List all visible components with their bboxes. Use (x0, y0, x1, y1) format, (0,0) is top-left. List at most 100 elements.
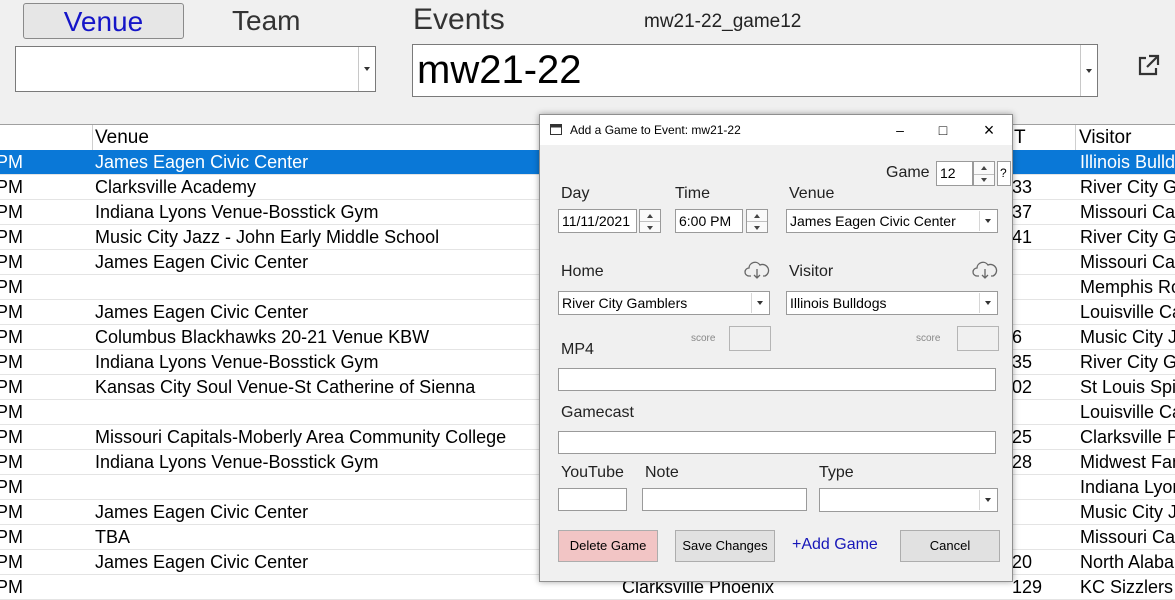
home-score-input[interactable] (729, 326, 771, 351)
gamecast-input[interactable] (558, 431, 996, 454)
cell-visitor: Music City Jazz (1080, 327, 1175, 347)
day-input[interactable]: 11/11/2021 (558, 209, 637, 233)
day-spinner[interactable] (639, 209, 661, 233)
events-label: Events (413, 3, 505, 36)
cell-time: PM (0, 402, 23, 422)
venue-dropdown-value: James Eagen Civic Center (790, 213, 956, 229)
note-label: Note (645, 464, 679, 481)
cell-venue: James Eagen Civic Center (95, 502, 309, 522)
cell-time: PM (0, 377, 23, 397)
venue-toggle-button[interactable]: Venue (23, 3, 184, 39)
cell-time: PM (0, 277, 23, 297)
cell-time: PM (0, 327, 23, 347)
chevron-down-icon[interactable] (979, 293, 996, 313)
event-select[interactable]: mw21-22 (412, 44, 1098, 97)
cell-venue: Missouri Capitals-Moberly Area Community… (95, 427, 507, 447)
save-changes-button[interactable]: Save Changes (675, 530, 775, 562)
column-header-st[interactable]: T (1014, 127, 1026, 149)
spin-up-icon[interactable] (747, 210, 767, 221)
cell-visitor: River City Gamblers (1080, 227, 1175, 247)
home-team-value: River City Gamblers (562, 295, 688, 311)
chevron-down-icon[interactable] (979, 490, 996, 510)
cell-time: PM (0, 202, 23, 222)
time-spinner[interactable] (746, 209, 768, 233)
mp4-input[interactable] (558, 368, 996, 391)
cell-time: PM (0, 452, 23, 472)
dialog-titlebar[interactable]: Add a Game to Event: mw21-22 – □ × (540, 115, 1012, 145)
spin-down-icon[interactable] (974, 173, 994, 187)
column-header-visitor[interactable]: Visitor (1079, 127, 1131, 149)
cancel-button[interactable]: Cancel (900, 530, 1000, 562)
cell-venue: James Eagen Civic Center (95, 152, 309, 172)
cell-venue: James Eagen Civic Center (95, 302, 309, 322)
chevron-down-icon[interactable] (979, 211, 996, 231)
day-label: Day (561, 185, 590, 202)
cell-visitor: Louisville Cardinals (1080, 302, 1175, 322)
cell-st: 28 (1012, 452, 1033, 472)
cell-time: PM (0, 502, 23, 522)
chevron-down-icon[interactable] (751, 293, 768, 313)
cell-time: PM (0, 227, 23, 247)
cloud-download-icon[interactable] (972, 260, 998, 280)
venue-dropdown[interactable]: James Eagen Civic Center (786, 209, 998, 233)
close-icon[interactable]: × (980, 121, 998, 139)
chevron-down-icon[interactable] (1080, 45, 1097, 96)
spin-down-icon[interactable] (640, 221, 660, 233)
gamecast-label: Gamecast (561, 404, 634, 421)
delete-game-button[interactable]: Delete Game (558, 530, 658, 562)
type-dropdown[interactable] (819, 488, 998, 512)
cell-visitor: Missouri Capitals (1080, 527, 1175, 547)
visitor-label: Visitor (789, 263, 834, 280)
youtube-input[interactable] (558, 488, 627, 511)
cell-time: PM (0, 302, 23, 322)
venue-select[interactable] (15, 46, 376, 92)
note-input[interactable] (642, 488, 807, 511)
visitor-score-input[interactable] (957, 326, 999, 351)
cell-time: PM (0, 552, 23, 572)
cell-st: 41 (1012, 227, 1033, 247)
minimize-icon[interactable]: – (891, 121, 909, 139)
maximize-icon[interactable]: □ (934, 121, 952, 139)
dialog-title: Add a Game to Event: mw21-22 (570, 123, 741, 137)
mp4-label: MP4 (561, 341, 594, 358)
cell-visitor: Louisville Cardinals (1080, 402, 1175, 422)
help-button[interactable]: ? (997, 161, 1011, 186)
cell-venue: Indiana Lyons Venue-Bosstick Gym (95, 452, 379, 472)
visitor-score-label: score (916, 333, 941, 344)
cell-st: 129 (1012, 577, 1043, 597)
home-label: Home (561, 263, 604, 280)
game-number-input[interactable]: 12 (936, 161, 973, 186)
cell-st: 6 (1012, 327, 1023, 347)
cell-visitor: Missouri Capitals (1080, 202, 1175, 222)
game-number-spinner[interactable] (973, 161, 995, 186)
column-header-venue[interactable]: Venue (95, 127, 149, 149)
chevron-down-icon[interactable] (358, 47, 375, 91)
cell-visitor: Midwest Fames (1080, 452, 1175, 472)
cell-visitor: North Alabama (1080, 552, 1175, 572)
cell-venue: James Eagen Civic Center (95, 552, 309, 572)
app-icon (550, 124, 562, 135)
cell-venue: Kansas City Soul Venue-St Catherine of S… (95, 377, 476, 397)
cell-venue: Music City Jazz - John Early Middle Scho… (95, 227, 440, 247)
spin-up-icon[interactable] (974, 162, 994, 174)
game-label: Game (886, 164, 930, 181)
cell-visitor: Illinois Bulldogs (1080, 152, 1175, 172)
external-link-icon[interactable] (1134, 52, 1162, 80)
time-label: Time (675, 185, 710, 202)
add-game-button[interactable]: +Add Game (792, 536, 878, 554)
add-game-dialog: Add a Game to Event: mw21-22 – □ × Game … (539, 114, 1013, 582)
cell-visitor: St Louis Spirits (1080, 377, 1175, 397)
cell-venue: Indiana Lyons Venue-Bosstick Gym (95, 352, 379, 372)
cell-venue: TBA (95, 527, 131, 547)
cell-visitor: KC Sizzlers (1080, 577, 1174, 597)
spin-up-icon[interactable] (640, 210, 660, 221)
cell-venue: James Eagen Civic Center (95, 252, 309, 272)
cloud-download-icon[interactable] (744, 260, 770, 280)
time-input[interactable]: 6:00 PM (675, 209, 743, 233)
spin-down-icon[interactable] (747, 221, 767, 233)
home-team-dropdown[interactable]: River City Gamblers (558, 291, 770, 315)
cell-time: PM (0, 252, 23, 272)
team-toggle-button[interactable]: Team (232, 5, 300, 37)
visitor-team-dropdown[interactable]: Illinois Bulldogs (786, 291, 998, 315)
cell-venue: Clarksville Academy (95, 177, 257, 197)
